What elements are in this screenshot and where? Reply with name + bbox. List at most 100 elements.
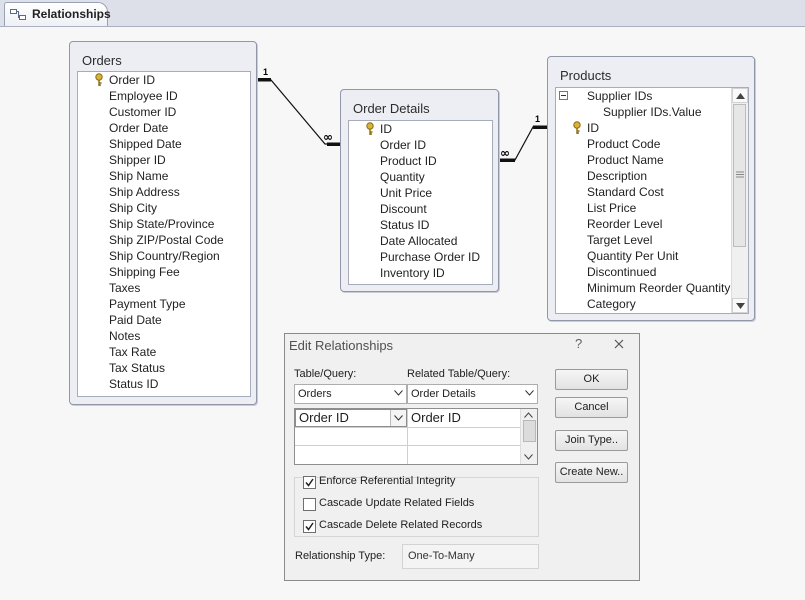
- products-field-9[interactable]: Target Level: [587, 232, 652, 248]
- orders-field-12[interactable]: Shipping Fee: [109, 264, 180, 280]
- dialog-title: Edit Relationships: [289, 338, 394, 353]
- chevron-down-icon: [394, 415, 403, 421]
- chevron-down-icon: [394, 390, 403, 396]
- field-mapping-grid[interactable]: Order ID Order ID: [294, 408, 538, 465]
- help-button[interactable]: ?: [575, 336, 582, 351]
- orders-field-3[interactable]: Order Date: [109, 120, 168, 136]
- orders-field-8[interactable]: Ship City: [109, 200, 157, 216]
- table-query-select[interactable]: Orders: [294, 384, 407, 404]
- order-details-field-7[interactable]: Date Allocated: [380, 233, 457, 249]
- primary-key-icon: [95, 73, 103, 86]
- orders-field-13[interactable]: Taxes: [109, 280, 140, 296]
- products-field-5[interactable]: Description: [587, 168, 647, 184]
- relationship-type-value: One-To-Many: [402, 544, 539, 569]
- orders-field-1[interactable]: Employee ID: [109, 88, 178, 104]
- order-details-field-9[interactable]: Inventory ID: [380, 265, 445, 281]
- chevron-down-icon: [736, 303, 745, 309]
- grid-scrollbar[interactable]: [520, 409, 537, 464]
- chevron-up-icon[interactable]: [524, 412, 533, 418]
- products-field-list[interactable]: Supplier IDs Supplier IDs.Value ID Produ…: [555, 87, 749, 314]
- products-field-8[interactable]: Reorder Level: [587, 216, 662, 232]
- products-field-3[interactable]: Product Code: [587, 136, 660, 152]
- orders-field-14[interactable]: Payment Type: [109, 296, 186, 312]
- left-field-combo[interactable]: Order ID: [295, 409, 407, 427]
- order-details-many-symbol-2: ∞: [500, 146, 510, 160]
- order-details-field-1[interactable]: Order ID: [380, 137, 426, 153]
- integrity-options-group: Enforce Referential Integrity Cascade Up…: [294, 475, 539, 537]
- checkmark-icon: [305, 522, 314, 531]
- products-field-0[interactable]: Supplier IDs: [587, 88, 652, 104]
- order-details-field-8[interactable]: Purchase Order ID: [380, 249, 480, 265]
- cancel-button[interactable]: Cancel: [555, 397, 628, 418]
- checkmark-icon: [305, 478, 314, 487]
- order-details-field-2[interactable]: Product ID: [380, 153, 437, 169]
- grid-row-divider: [295, 427, 521, 428]
- products-table-window[interactable]: Products Supplier IDs Supplier IDs.Value…: [547, 56, 755, 321]
- enforce-integrity-label[interactable]: Enforce Referential Integrity: [319, 475, 455, 487]
- orders-field-7[interactable]: Ship Address: [109, 184, 180, 200]
- order-details-table-window[interactable]: Order Details ID Order ID Product ID Qua…: [340, 89, 499, 292]
- grid-col-divider: [407, 409, 408, 464]
- orders-table-window[interactable]: Orders Order ID Employee ID Customer ID …: [69, 41, 257, 405]
- products-field-4[interactable]: Product Name: [587, 152, 664, 168]
- order-details-many-symbol: ∞: [323, 130, 333, 144]
- close-icon[interactable]: [611, 336, 627, 352]
- primary-key-icon: [366, 122, 374, 135]
- order-details-field-0[interactable]: ID: [380, 121, 392, 137]
- right-field-value[interactable]: Order ID: [411, 409, 461, 427]
- order-details-field-5[interactable]: Discount: [380, 201, 427, 217]
- orders-field-4[interactable]: Shipped Date: [109, 136, 182, 152]
- orders-field-15[interactable]: Paid Date: [109, 312, 162, 328]
- products-field-7[interactable]: List Price: [587, 200, 636, 216]
- enforce-integrity-checkbox[interactable]: [303, 476, 316, 489]
- ok-button[interactable]: OK: [555, 369, 628, 390]
- edit-relationships-dialog: Edit Relationships ? Table/Query: Relate…: [284, 333, 640, 581]
- grip-icon: [736, 171, 744, 178]
- scrollbar-thumb[interactable]: [733, 104, 746, 247]
- related-table-query-select[interactable]: Order Details: [407, 384, 538, 404]
- scroll-down-button[interactable]: [732, 298, 748, 313]
- order-details-field-6[interactable]: Status ID: [380, 217, 429, 233]
- collapse-icon[interactable]: [559, 91, 568, 100]
- products-field-10[interactable]: Quantity Per Unit: [587, 248, 678, 264]
- products-field-11[interactable]: Discontinued: [587, 264, 656, 280]
- orders-field-18[interactable]: Tax Status: [109, 360, 165, 376]
- create-new-button[interactable]: Create New..: [555, 462, 628, 483]
- cascade-update-checkbox[interactable]: [303, 498, 316, 511]
- scroll-up-button[interactable]: [732, 88, 748, 103]
- orders-field-6[interactable]: Ship Name: [109, 168, 168, 184]
- cascade-delete-label[interactable]: Cascade Delete Related Records: [319, 519, 482, 531]
- left-field-dropdown-button[interactable]: [390, 410, 406, 426]
- chevron-down-icon: [525, 390, 534, 396]
- table-query-label: Table/Query:: [294, 368, 357, 380]
- orders-one-symbol: 1: [263, 67, 268, 77]
- primary-key-icon: [573, 121, 581, 134]
- related-table-query-value: Order Details: [411, 388, 476, 400]
- chevron-down-icon[interactable]: [524, 454, 533, 460]
- orders-field-2[interactable]: Customer ID: [109, 104, 176, 120]
- orders-field-11[interactable]: Ship Country/Region: [109, 248, 220, 264]
- join-type-button[interactable]: Join Type..: [555, 430, 628, 451]
- orders-field-16[interactable]: Notes: [109, 328, 140, 344]
- order-details-field-4[interactable]: Unit Price: [380, 185, 432, 201]
- orders-field-19[interactable]: Status ID: [109, 376, 158, 392]
- order-details-field-list[interactable]: ID Order ID Product ID Quantity Unit Pri…: [348, 120, 493, 285]
- products-field-12[interactable]: Minimum Reorder Quantity: [587, 280, 730, 296]
- products-field-6[interactable]: Standard Cost: [587, 184, 664, 200]
- orders-field-0[interactable]: Order ID: [109, 72, 155, 88]
- products-field-2[interactable]: ID: [587, 120, 599, 136]
- orders-field-9[interactable]: Ship State/Province: [109, 216, 214, 232]
- orders-field-5[interactable]: Shipper ID: [109, 152, 166, 168]
- orders-field-10[interactable]: Ship ZIP/Postal Code: [109, 232, 224, 248]
- order-details-field-3[interactable]: Quantity: [380, 169, 425, 185]
- products-field-13[interactable]: Category: [587, 296, 636, 312]
- grid-row-divider: [295, 445, 521, 446]
- scrollbar-thumb[interactable]: [523, 420, 536, 442]
- cascade-delete-checkbox[interactable]: [303, 520, 316, 533]
- cascade-update-label[interactable]: Cascade Update Related Fields: [319, 497, 474, 509]
- left-field-value: Order ID: [299, 410, 349, 425]
- orders-field-17[interactable]: Tax Rate: [109, 344, 156, 360]
- products-field-1[interactable]: Supplier IDs.Value: [603, 104, 702, 120]
- products-scrollbar[interactable]: [731, 88, 748, 313]
- orders-field-list[interactable]: Order ID Employee ID Customer ID Order D…: [77, 71, 251, 397]
